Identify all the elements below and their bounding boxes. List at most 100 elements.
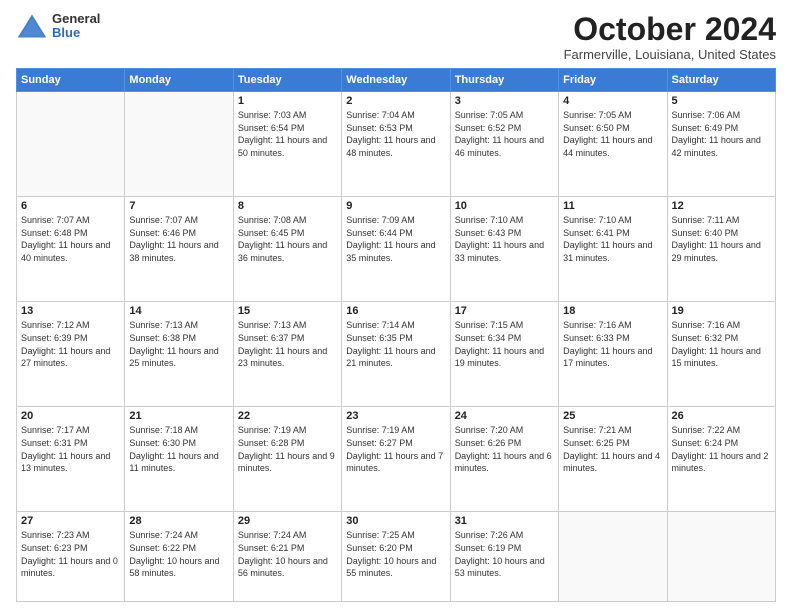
day-info: Sunrise: 7:08 AM Sunset: 6:45 PM Dayligh…: [238, 214, 337, 264]
table-row: 5Sunrise: 7:06 AM Sunset: 6:49 PM Daylig…: [667, 92, 775, 197]
table-row: [667, 512, 775, 602]
day-info: Sunrise: 7:18 AM Sunset: 6:30 PM Dayligh…: [129, 424, 228, 474]
table-row: 19 Sunrise: 7:16 AM Sunset: 6:32 PM Dayli…: [667, 302, 775, 407]
day-number: 19: [672, 305, 771, 317]
day-number: 6: [21, 200, 120, 212]
logo-blue-text: Blue: [52, 26, 100, 40]
calendar-header-row: SundayMondayTuesdayWednesdayThursdayFrid…: [17, 69, 776, 92]
table-row: 27 Sunrise: 7:23 AM Sunset: 6:23 PM Dayli…: [17, 512, 125, 602]
day-info: Sunrise: 7:19 AM Sunset: 6:28 PM Dayligh…: [238, 424, 337, 474]
table-row: 2 Sunrise: 7:04 AM Sunset: 6:53 PM Daylig…: [342, 92, 450, 197]
day-info: Sunrise: 7:06 AM Sunset: 6:49 PM Dayligh…: [672, 109, 771, 159]
day-number: 27: [21, 515, 120, 527]
day-info: Sunrise: 7:10 AM Sunset: 6:41 PM Dayligh…: [563, 214, 662, 264]
column-header-wednesday: Wednesday: [342, 69, 450, 92]
day-info: Sunrise: 7:07 AM Sunset: 6:48 PM Dayligh…: [21, 214, 120, 264]
day-info: Sunrise: 7:17 AM Sunset: 6:31 PM Dayligh…: [21, 424, 120, 474]
calendar-week-row: 20Sunrise: 7:17 AM Sunset: 6:31 PM Dayli…: [17, 407, 776, 512]
table-row: 25 Sunrise: 7:21 AM Sunset: 6:25 PM Dayli…: [559, 407, 667, 512]
table-row: 13 Sunrise: 7:12 AM Sunset: 6:39 PM Dayli…: [17, 302, 125, 407]
day-number: 3: [455, 95, 554, 107]
day-info: Sunrise: 7:24 AM Sunset: 6:22 PM Dayligh…: [129, 529, 228, 579]
table-row: 30Sunrise: 7:25 AM Sunset: 6:20 PM Dayli…: [342, 512, 450, 602]
table-row: 8 Sunrise: 7:08 AM Sunset: 6:45 PM Daylig…: [233, 197, 341, 302]
day-number: 29: [238, 515, 337, 527]
page: General Blue October 2024 Farmerville, L…: [0, 0, 792, 612]
table-row: 16 Sunrise: 7:14 AM Sunset: 6:35 PM Dayli…: [342, 302, 450, 407]
column-header-sunday: Sunday: [17, 69, 125, 92]
table-row: 28 Sunrise: 7:24 AM Sunset: 6:22 PM Dayli…: [125, 512, 233, 602]
column-header-saturday: Saturday: [667, 69, 775, 92]
day-info: Sunrise: 7:13 AM Sunset: 6:38 PM Dayligh…: [129, 319, 228, 369]
table-row: 21 Sunrise: 7:18 AM Sunset: 6:30 PM Dayli…: [125, 407, 233, 512]
day-number: 25: [563, 410, 662, 422]
calendar-table: SundayMondayTuesdayWednesdayThursdayFrid…: [16, 68, 776, 602]
day-number: 21: [129, 410, 228, 422]
day-number: 31: [455, 515, 554, 527]
day-number: 13: [21, 305, 120, 317]
table-row: 23Sunrise: 7:19 AM Sunset: 6:27 PM Dayli…: [342, 407, 450, 512]
table-row: 12Sunrise: 7:11 AM Sunset: 6:40 PM Dayli…: [667, 197, 775, 302]
day-info: Sunrise: 7:05 AM Sunset: 6:50 PM Dayligh…: [563, 109, 662, 159]
title-block: October 2024 Farmerville, Louisiana, Uni…: [564, 12, 776, 62]
day-info: Sunrise: 7:24 AM Sunset: 6:21 PM Dayligh…: [238, 529, 337, 579]
day-info: Sunrise: 7:12 AM Sunset: 6:39 PM Dayligh…: [21, 319, 120, 369]
table-row: 17 Sunrise: 7:15 AM Sunset: 6:34 PM Dayli…: [450, 302, 558, 407]
day-number: 10: [455, 200, 554, 212]
day-number: 4: [563, 95, 662, 107]
day-number: 17: [455, 305, 554, 317]
day-number: 22: [238, 410, 337, 422]
column-header-tuesday: Tuesday: [233, 69, 341, 92]
day-info: Sunrise: 7:15 AM Sunset: 6:34 PM Dayligh…: [455, 319, 554, 369]
day-info: Sunrise: 7:21 AM Sunset: 6:25 PM Dayligh…: [563, 424, 662, 474]
day-info: Sunrise: 7:16 AM Sunset: 6:33 PM Dayligh…: [563, 319, 662, 369]
column-header-friday: Friday: [559, 69, 667, 92]
table-row: 4 Sunrise: 7:05 AM Sunset: 6:50 PM Daylig…: [559, 92, 667, 197]
day-number: 11: [563, 200, 662, 212]
day-number: 18: [563, 305, 662, 317]
day-number: 15: [238, 305, 337, 317]
table-row: 18 Sunrise: 7:16 AM Sunset: 6:33 PM Dayli…: [559, 302, 667, 407]
day-info: Sunrise: 7:20 AM Sunset: 6:26 PM Dayligh…: [455, 424, 554, 474]
day-number: 2: [346, 95, 445, 107]
day-info: Sunrise: 7:05 AM Sunset: 6:52 PM Dayligh…: [455, 109, 554, 159]
day-info: Sunrise: 7:16 AM Sunset: 6:32 PM Dayligh…: [672, 319, 771, 369]
day-number: 28: [129, 515, 228, 527]
day-info: Sunrise: 7:23 AM Sunset: 6:23 PM Dayligh…: [21, 529, 120, 579]
location-subtitle: Farmerville, Louisiana, United States: [564, 47, 776, 62]
logo: General Blue: [16, 12, 100, 41]
table-row: 24 Sunrise: 7:20 AM Sunset: 6:26 PM Dayli…: [450, 407, 558, 512]
table-row: 3 Sunrise: 7:05 AM Sunset: 6:52 PM Daylig…: [450, 92, 558, 197]
table-row: 26Sunrise: 7:22 AM Sunset: 6:24 PM Dayli…: [667, 407, 775, 512]
column-header-thursday: Thursday: [450, 69, 558, 92]
day-info: Sunrise: 7:14 AM Sunset: 6:35 PM Dayligh…: [346, 319, 445, 369]
table-row: 29 Sunrise: 7:24 AM Sunset: 6:21 PM Dayli…: [233, 512, 341, 602]
table-row: 14 Sunrise: 7:13 AM Sunset: 6:38 PM Dayli…: [125, 302, 233, 407]
month-title: October 2024: [564, 12, 776, 47]
day-number: 14: [129, 305, 228, 317]
day-info: Sunrise: 7:25 AM Sunset: 6:20 PM Dayligh…: [346, 529, 445, 579]
day-number: 24: [455, 410, 554, 422]
table-row: 20Sunrise: 7:17 AM Sunset: 6:31 PM Dayli…: [17, 407, 125, 512]
day-info: Sunrise: 7:03 AM Sunset: 6:54 PM Dayligh…: [238, 109, 337, 159]
header: General Blue October 2024 Farmerville, L…: [16, 12, 776, 62]
day-number: 23: [346, 410, 445, 422]
logo-icon: [16, 12, 48, 40]
table-row: [125, 92, 233, 197]
day-info: Sunrise: 7:04 AM Sunset: 6:53 PM Dayligh…: [346, 109, 445, 159]
day-number: 12: [672, 200, 771, 212]
logo-general-text: General: [52, 12, 100, 26]
day-info: Sunrise: 7:09 AM Sunset: 6:44 PM Dayligh…: [346, 214, 445, 264]
table-row: 15Sunrise: 7:13 AM Sunset: 6:37 PM Dayli…: [233, 302, 341, 407]
calendar-week-row: 13 Sunrise: 7:12 AM Sunset: 6:39 PM Dayli…: [17, 302, 776, 407]
day-info: Sunrise: 7:07 AM Sunset: 6:46 PM Dayligh…: [129, 214, 228, 264]
day-info: Sunrise: 7:22 AM Sunset: 6:24 PM Dayligh…: [672, 424, 771, 474]
day-number: 8: [238, 200, 337, 212]
day-info: Sunrise: 7:10 AM Sunset: 6:43 PM Dayligh…: [455, 214, 554, 264]
logo-text: General Blue: [52, 12, 100, 41]
table-row: 7Sunrise: 7:07 AM Sunset: 6:46 PM Daylig…: [125, 197, 233, 302]
table-row: [17, 92, 125, 197]
day-number: 16: [346, 305, 445, 317]
column-header-monday: Monday: [125, 69, 233, 92]
table-row: 9Sunrise: 7:09 AM Sunset: 6:44 PM Daylig…: [342, 197, 450, 302]
